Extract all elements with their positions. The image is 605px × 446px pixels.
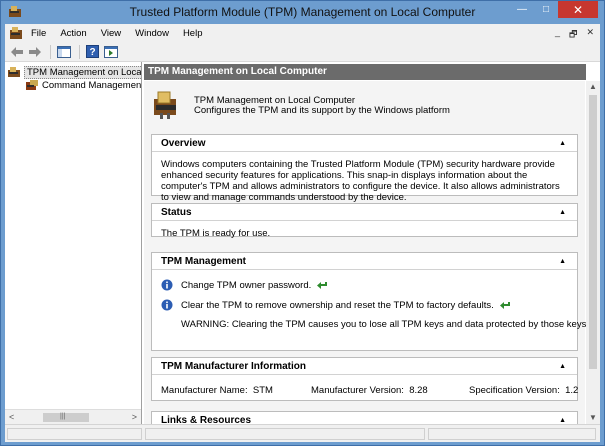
collapse-icon[interactable]: ▲ [559,412,566,424]
toolbar-separator [79,44,80,59]
panel-header[interactable]: Overview ▲ [152,135,577,152]
results-header: TPM Management on Local Computer [144,64,586,80]
snapin-intro: TPM Management on Local Computer Configu… [152,87,572,123]
tree-item-command-management[interactable]: Command Management [25,78,142,92]
help-button[interactable]: ? [85,45,101,59]
overview-panel: Overview ▲ Windows computers containing … [151,134,578,203]
mdi-close-button[interactable]: ✕ [586,27,594,43]
manufacturer-info-panel: TPM Manufacturer Information ▲ Manufactu… [151,357,578,401]
scroll-thumb[interactable] [43,413,89,422]
intro-subtitle: Configures the TPM and its support by th… [194,105,450,116]
info-icon [161,279,173,291]
console-tree[interactable]: TPM Management on Local Computer Command… [5,62,142,424]
scroll-grip: ||| [60,413,66,420]
status-segment [428,428,596,440]
tpm-management-panel: TPM Management ▲ Change TPM owner passwo… [151,252,589,351]
scroll-up-button[interactable]: ▲ [589,82,597,91]
close-button[interactable]: ✕ [558,1,598,18]
panel-header[interactable]: TPM Management ▲ [152,253,577,270]
scroll-left-button[interactable]: < [9,412,14,422]
panel-title: TPM Management [161,256,247,267]
info-icon [161,299,173,311]
minimize-button[interactable]: — [510,1,534,18]
results-vertical-scrollbar[interactable]: ▲ ▼ [586,81,600,424]
menu-window[interactable]: Window [128,28,176,39]
menu-help[interactable]: Help [176,28,210,39]
show-action-pane-icon [104,45,118,58]
panel-header[interactable]: Links & Resources ▲ [152,412,577,424]
collapse-icon[interactable]: ▲ [559,135,566,152]
back-button[interactable] [9,45,25,59]
tree-item-label: Command Management [42,79,142,91]
show-hide-tree-button[interactable] [56,45,72,59]
status-panel: Status ▲ The TPM is ready for use. [151,203,578,239]
menu-file[interactable]: File [24,28,53,39]
mdi-minimize-button[interactable]: _ [555,27,560,43]
panel-title: Overview [161,138,206,149]
panel-header[interactable]: Status ▲ [152,204,577,221]
back-icon [11,46,23,57]
menu-action[interactable]: Action [53,28,93,39]
clear-tpm-link[interactable]: Clear the TPM to remove ownership and re… [181,300,511,311]
tree-item-tpm-management[interactable]: TPM Management on Local Computer [7,65,141,79]
scroll-thumb[interactable] [589,95,597,369]
links-resources-panel: Links & Resources ▲ [151,411,578,424]
status-segment [7,428,142,440]
tree-item-label: TPM Management on Local Computer [24,65,141,79]
specification-version: Specification Version: 1.2 [469,385,579,396]
tree-horizontal-scrollbar[interactable]: < ||| > [5,409,141,424]
panel-title: Links & Resources [161,415,252,424]
console-client-area: TPM Management on Local Computer Command… [5,62,600,424]
scroll-right-button[interactable]: > [132,412,137,422]
show-hide-tree-icon [57,45,71,58]
clear-tpm-action[interactable]: Clear the TPM to remove ownership and re… [161,299,589,339]
go-arrow-icon [317,281,328,289]
mmc-window: Trusted Platform Module (TPM) Management… [0,0,605,446]
panel-header[interactable]: TPM Manufacturer Information ▲ [152,358,577,375]
overview-text: Windows computers containing the Trusted… [161,159,560,203]
scroll-down-button[interactable]: ▼ [589,413,597,422]
mdi-controls: _ 🗗 ✕ [555,27,594,43]
menu-view[interactable]: View [94,28,128,39]
results-pane: TPM Management on Local Computer TPM Man… [144,62,600,424]
show-action-pane-button[interactable] [103,45,119,59]
toolbar: ? [5,42,600,62]
window-controls: — □ ✕ [510,1,598,18]
manufacturer-info-body: Manufacturer Name: STM Manufacturer Vers… [152,375,578,397]
tpm-chip-icon [8,67,20,77]
collapse-icon[interactable]: ▲ [559,204,566,221]
panel-title: Status [161,207,192,218]
collapse-icon[interactable]: ▲ [559,253,566,270]
menu-bar: File Action View Window Help _ 🗗 ✕ [5,24,600,42]
collapse-icon[interactable]: ▲ [559,358,566,375]
help-icon: ? [86,45,99,58]
change-password-action[interactable]: Change TPM owner password. [161,279,568,297]
forward-button[interactable] [27,45,43,59]
tpm-management-body: Change TPM owner password. Clear the TPM… [152,270,589,339]
title-bar[interactable]: Trusted Platform Module (TPM) Management… [1,1,604,24]
manufacturer-version: Manufacturer Version: 8.28 [311,385,428,396]
status-segment [145,428,425,440]
panel-title: TPM Manufacturer Information [161,361,307,372]
command-management-icon [26,80,38,90]
mdi-restore-button[interactable]: 🗗 [569,27,577,43]
manufacturer-name: Manufacturer Name: STM [161,385,273,396]
maximize-button[interactable]: □ [534,1,558,18]
tpm-large-icon [154,91,176,119]
status-text: The TPM is ready for use. [161,228,271,239]
status-bar [5,424,600,442]
forward-icon [29,46,41,57]
console-icon[interactable] [8,26,24,40]
manufacturer-info-row: Manufacturer Name: STM Manufacturer Vers… [161,385,578,397]
change-password-link[interactable]: Change TPM owner password. [181,280,328,291]
toolbar-separator [50,44,51,59]
go-arrow-icon [499,301,510,309]
results-body: TPM Management on Local Computer Configu… [144,81,589,424]
clear-tpm-warning: WARNING: Clearing the TPM causes you to … [181,319,589,330]
svg-text:?: ? [89,47,95,58]
